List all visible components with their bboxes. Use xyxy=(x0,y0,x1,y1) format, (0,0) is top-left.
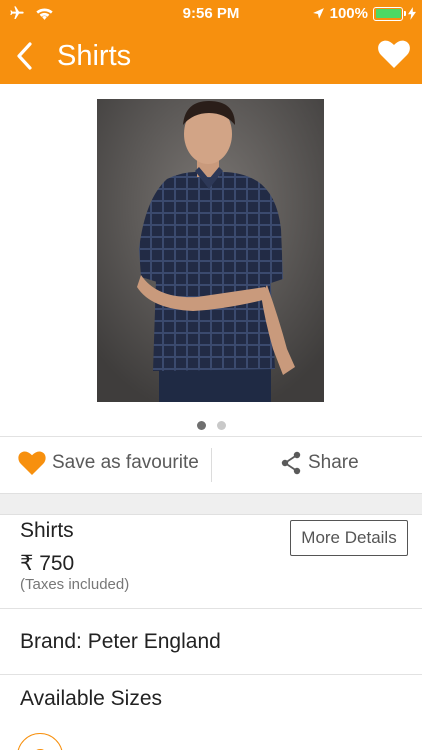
save-favourite-button[interactable]: Save as favourite xyxy=(18,451,199,475)
pager-dot[interactable] xyxy=(216,421,226,430)
app-header-background: 9:56 PM 100% Shirts xyxy=(0,0,422,84)
page-title: Shirts xyxy=(57,40,132,72)
available-sizes-title: Available Sizes xyxy=(20,687,163,710)
product-name: Shirts xyxy=(20,519,74,542)
more-details-button[interactable]: More Details xyxy=(290,520,408,556)
product-image[interactable] xyxy=(97,99,324,402)
share-button[interactable]: Share xyxy=(280,451,359,475)
battery-percent: 100% xyxy=(329,5,368,22)
location-arrow-icon xyxy=(312,8,324,19)
favourite-header-button[interactable] xyxy=(378,40,410,70)
status-bar: 9:56 PM 100% xyxy=(0,0,422,28)
pager-dot-active[interactable] xyxy=(196,421,206,430)
action-row: Save as favourite Share xyxy=(0,437,422,493)
save-favourite-label: Save as favourite xyxy=(52,452,199,473)
gallery-pager[interactable] xyxy=(0,421,422,430)
nav-bar: Shirts xyxy=(0,28,422,84)
tax-note: (Taxes included) xyxy=(20,576,130,593)
size-option-s[interactable]: S xyxy=(17,733,63,750)
back-button[interactable] xyxy=(14,40,42,72)
battery-fill xyxy=(375,9,401,18)
heart-icon xyxy=(18,451,46,475)
battery-icon xyxy=(373,6,406,21)
product-brand: Brand: Peter England xyxy=(20,630,221,653)
share-label: Share xyxy=(308,452,359,473)
share-icon xyxy=(281,451,301,475)
chevron-left-icon xyxy=(17,42,32,70)
product-photo xyxy=(97,99,324,402)
divider xyxy=(0,608,422,609)
status-right-icons: 100% xyxy=(312,5,416,22)
charging-bolt-icon xyxy=(408,7,416,20)
divider xyxy=(0,674,422,675)
section-spacer xyxy=(0,493,422,515)
action-separator xyxy=(211,448,212,482)
heart-icon xyxy=(378,40,410,68)
product-price: ₹ 750 xyxy=(20,552,75,575)
